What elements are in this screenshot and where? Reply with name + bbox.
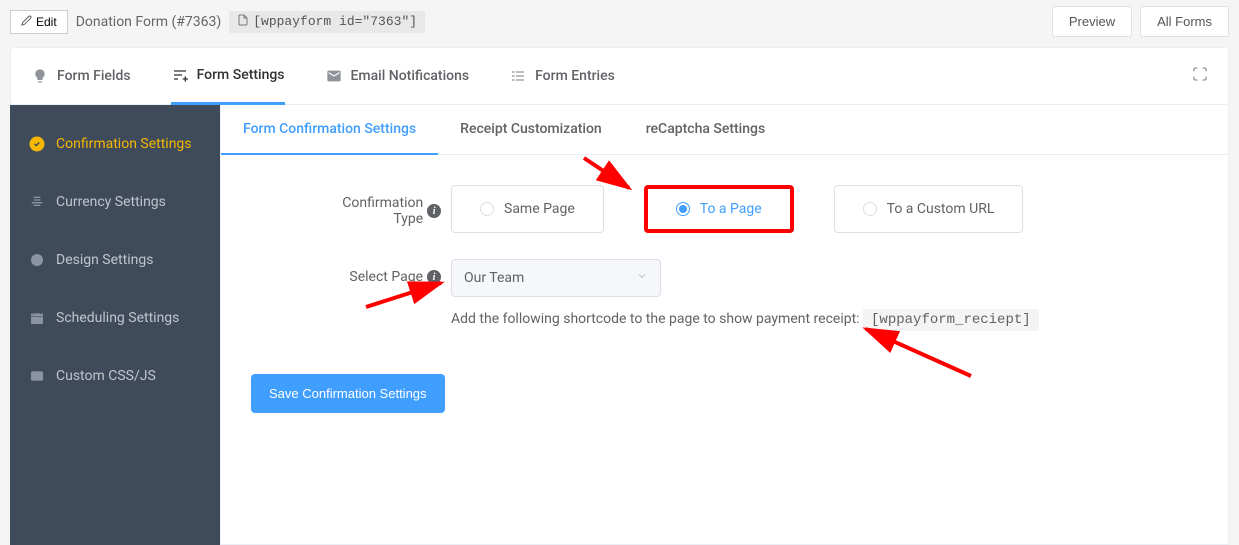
sidebar-item-currency[interactable]: Currency Settings xyxy=(10,173,220,231)
sidebar-item-design[interactable]: Design Settings xyxy=(10,231,220,289)
subtab-confirmation[interactable]: Form Confirmation Settings xyxy=(221,105,438,155)
tab-label: Form Fields xyxy=(57,68,131,84)
shortcode-text: [wppayform id="7363"] xyxy=(253,14,417,29)
tab-form-entries[interactable]: Form Entries xyxy=(509,49,615,103)
sidebar-item-custom[interactable]: Custom CSS/JS xyxy=(10,347,220,405)
currency-icon xyxy=(28,193,46,211)
sliders-icon xyxy=(171,66,189,84)
sidebar-label: Scheduling Settings xyxy=(56,310,179,326)
edit-label: Edit xyxy=(36,15,57,29)
preview-button[interactable]: Preview xyxy=(1052,6,1132,37)
info-icon[interactable]: i xyxy=(427,204,441,218)
radio-label: To a Custom URL xyxy=(887,201,995,217)
sidebar-item-confirmation[interactable]: Confirmation Settings xyxy=(10,115,220,173)
pencil-icon xyxy=(21,15,32,29)
settings-sidebar: Confirmation Settings Currency Settings … xyxy=(10,105,220,545)
document-icon xyxy=(237,14,249,30)
select-page-label: Select Page i xyxy=(311,259,451,285)
radio-label: To a Page xyxy=(700,201,762,217)
tab-label: Email Notifications xyxy=(351,68,470,84)
main-tabs: Form Fields Form Settings Email Notifica… xyxy=(10,47,1229,105)
tab-label: Form Entries xyxy=(535,68,615,84)
select-page-dropdown[interactable]: Our Team xyxy=(451,259,661,297)
select-value: Our Team xyxy=(464,270,524,286)
sidebar-item-scheduling[interactable]: Scheduling Settings xyxy=(10,289,220,347)
bulb-icon xyxy=(31,67,49,85)
radio-to-page[interactable]: To a Page xyxy=(644,185,794,233)
tab-email-notifications[interactable]: Email Notifications xyxy=(325,49,470,103)
sidebar-label: Confirmation Settings xyxy=(56,136,192,152)
fullscreen-icon[interactable] xyxy=(1192,66,1208,86)
shortcode-display[interactable]: [wppayform id="7363"] xyxy=(229,11,425,33)
sidebar-label: Design Settings xyxy=(56,252,153,268)
help-text: Add the following shortcode to the page … xyxy=(451,311,1039,328)
radio-same-page[interactable]: Same Page xyxy=(451,185,604,233)
edit-button[interactable]: Edit xyxy=(10,10,68,34)
form-title: Donation Form (#7363) xyxy=(76,14,222,30)
mail-icon xyxy=(325,67,343,85)
main-panel: Form Confirmation Settings Receipt Custo… xyxy=(220,105,1229,545)
sub-tabs: Form Confirmation Settings Receipt Custo… xyxy=(221,105,1228,155)
tab-form-fields[interactable]: Form Fields xyxy=(31,49,131,103)
radio-label: Same Page xyxy=(504,201,575,217)
calendar-icon xyxy=(28,309,46,327)
save-confirmation-button[interactable]: Save Confirmation Settings xyxy=(251,374,445,413)
sidebar-label: Currency Settings xyxy=(56,194,166,210)
receipt-shortcode[interactable]: [wppayform_reciept] xyxy=(863,309,1039,331)
palette-icon xyxy=(28,251,46,269)
code-icon xyxy=(28,367,46,385)
subtab-receipt[interactable]: Receipt Customization xyxy=(438,105,624,154)
chevron-down-icon xyxy=(636,270,648,286)
all-forms-button[interactable]: All Forms xyxy=(1140,6,1229,37)
radio-icon xyxy=(863,202,877,216)
radio-icon xyxy=(676,202,690,216)
check-circle-icon xyxy=(28,135,46,153)
radio-icon xyxy=(480,202,494,216)
info-icon[interactable]: i xyxy=(427,270,441,284)
tab-form-settings[interactable]: Form Settings xyxy=(171,48,285,105)
list-icon xyxy=(509,67,527,85)
confirmation-type-label: Confirmation Type i xyxy=(311,185,451,227)
radio-custom-url[interactable]: To a Custom URL xyxy=(834,185,1024,233)
subtab-recaptcha[interactable]: reCaptcha Settings xyxy=(624,105,787,154)
sidebar-label: Custom CSS/JS xyxy=(56,368,156,384)
tab-label: Form Settings xyxy=(197,67,285,83)
